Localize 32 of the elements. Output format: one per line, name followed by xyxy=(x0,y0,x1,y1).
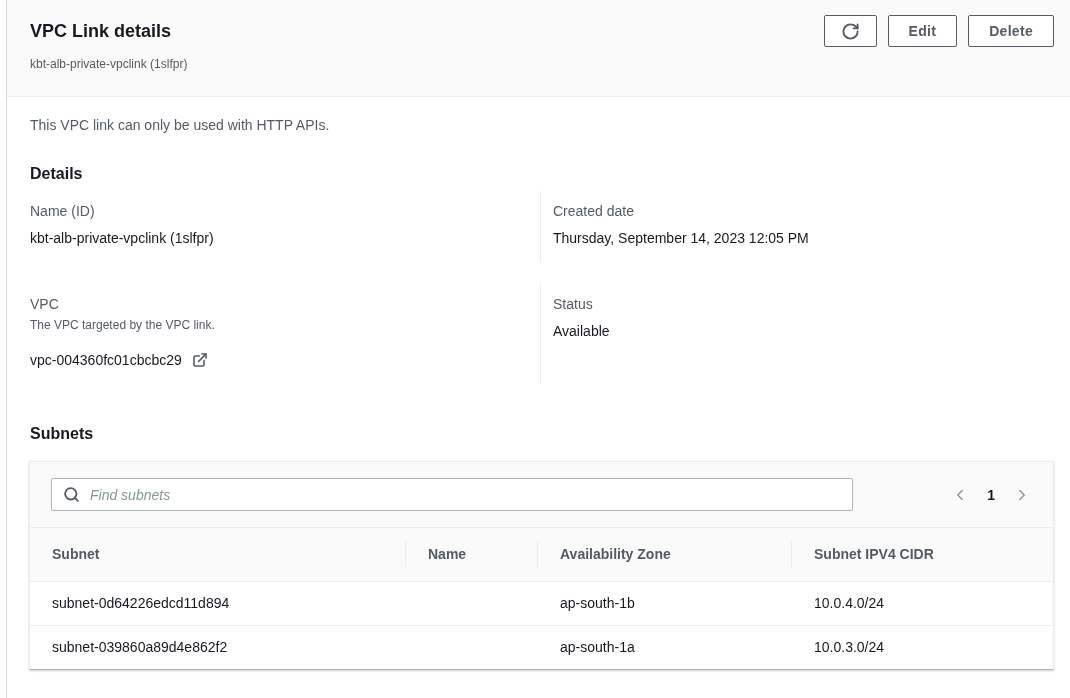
field-label: Created date xyxy=(553,202,634,221)
field-label: Name (ID) xyxy=(30,202,95,221)
field-label: Status xyxy=(553,295,593,314)
edit-button[interactable]: Edit xyxy=(887,15,958,47)
field-value: Available xyxy=(553,322,610,341)
field-value: vpc-004360fc01cbcbc29 xyxy=(30,351,182,370)
page-number[interactable]: 1 xyxy=(985,484,997,505)
column-header: Availability Zone xyxy=(560,545,671,565)
column-header: Subnet xyxy=(52,545,100,565)
field-value: Thursday, September 14, 2023 12:05 PM xyxy=(553,229,809,248)
field-value: kbt-alb-private-vpclink (1slfpr) xyxy=(30,229,214,248)
notice-text: This VPC link can only be used with HTTP APIs. xyxy=(30,116,330,135)
page-title: VPC Link details xyxy=(30,20,173,42)
column-header: Subnet IPV4 CIDR xyxy=(814,545,934,565)
table-cell: 10.0.3.0/24 xyxy=(814,639,885,656)
refresh-icon xyxy=(840,21,860,41)
column-header: Name xyxy=(428,545,467,565)
delete-button[interactable]: Delete xyxy=(968,15,1054,47)
table-cell: subnet-0d64226edcd11d894 xyxy=(52,595,230,611)
table-cell: ap-south-1a xyxy=(560,639,635,656)
table-cell: ap-south-1b xyxy=(560,595,635,611)
section-heading: Subnets xyxy=(30,424,94,444)
page-subtitle: kbt-alb-private-vpclink (1slfpr) xyxy=(30,56,188,72)
field-description: The VPC targeted by the VPC link. xyxy=(30,317,215,333)
refresh-button[interactable] xyxy=(823,15,877,47)
field-label: VPC xyxy=(30,295,59,314)
table-cell: subnet-039860a89d4e862f2 xyxy=(52,639,228,656)
section-heading: Details xyxy=(30,164,83,184)
table-cell: 10.0.4.0/24 xyxy=(814,595,885,611)
search-icon xyxy=(63,486,80,503)
external-link-icon[interactable] xyxy=(191,352,208,368)
search-field[interactable]: Find subnets xyxy=(51,478,853,511)
